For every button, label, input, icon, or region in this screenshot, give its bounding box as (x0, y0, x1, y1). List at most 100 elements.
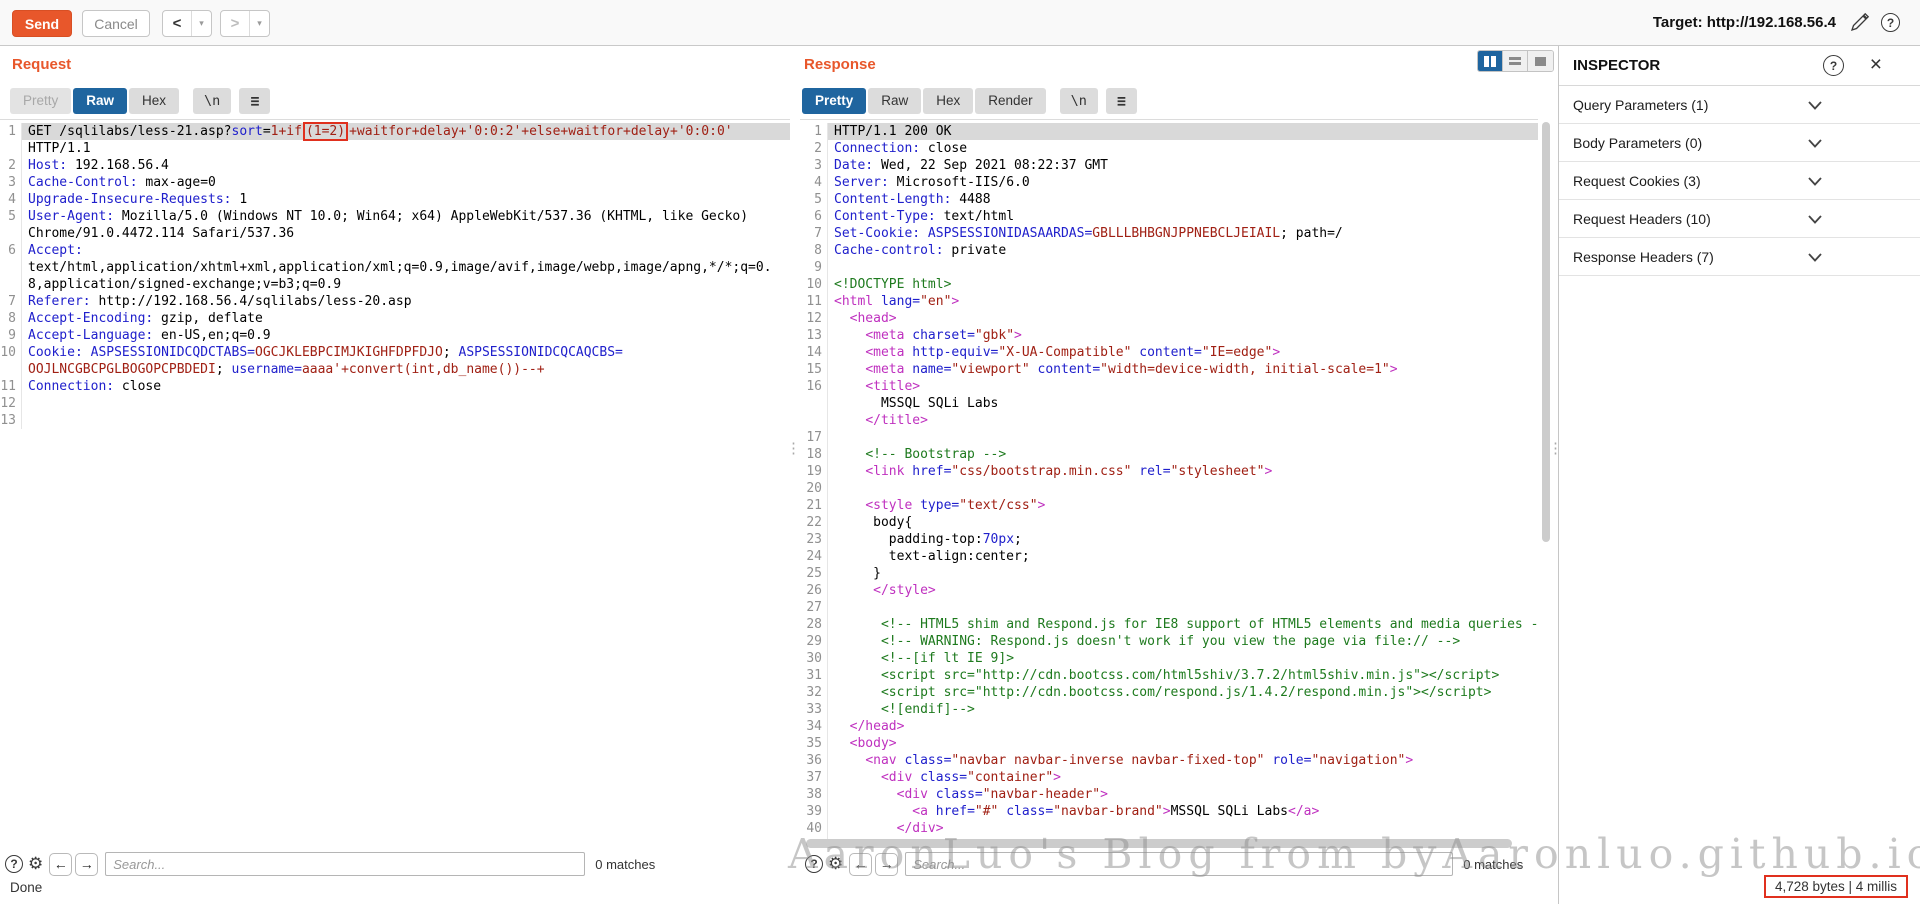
code-line: 34 </head> (800, 718, 1538, 735)
editor-menu-icon[interactable]: ≡ (1105, 88, 1137, 114)
tab-pretty[interactable]: Pretty (802, 88, 867, 114)
code-line: 10 Cookie: ASPSESSIONIDCQDCTABS=OGCJKLEBP… (0, 344, 623, 361)
line-number: 23 (800, 531, 828, 548)
inspector-section-request-cookies-3[interactable]: Request Cookies (3) (1559, 162, 1920, 200)
forward-arrow-label: > (221, 11, 250, 36)
code-line: 4 Upgrade-Insecure-Requests: 1 (0, 191, 790, 208)
history-back-button[interactable]: < ▾ (162, 10, 212, 37)
line-number: 38 (800, 786, 828, 803)
line-number: 8 (0, 310, 22, 327)
history-forward-button[interactable]: > ▾ (220, 10, 270, 37)
code-line: Chrome/91.0.4472.114 Safari/537.36 (0, 225, 790, 242)
search-next-button[interactable]: → (875, 852, 899, 876)
line-number: 5 (800, 191, 828, 208)
response-vertical-scrollbar[interactable] (1542, 122, 1550, 542)
tab-hex[interactable]: Hex (923, 88, 974, 114)
response-search-input[interactable] (905, 852, 1454, 876)
inspector-section-query-parameters-1[interactable]: Query Parameters (1) (1559, 86, 1920, 124)
code-line: 27 (800, 599, 1538, 616)
edit-target-pencil-icon[interactable] (1849, 12, 1870, 33)
code-line: 6 Content-Type: text/html (800, 208, 1538, 225)
code-line: 4 Server: Microsoft-IIS/6.0 (800, 174, 1538, 191)
request-match-count: 0 matches (595, 856, 656, 872)
search-settings-gear-icon[interactable]: ⚙ (28, 855, 43, 873)
line-number: 4 (800, 174, 828, 191)
chevron-down-icon[interactable]: ▾ (250, 18, 269, 29)
line-number: 6 (0, 242, 22, 259)
tab-pretty[interactable]: Pretty (10, 88, 72, 114)
code-line: OOJLNCGBCPGLBOGOPCPBDEDI; username=aaaa'… (0, 361, 790, 378)
send-button[interactable]: Send (12, 10, 72, 37)
layout-rows-button[interactable] (1503, 51, 1528, 71)
editor-menu-icon[interactable]: ≡ (239, 88, 271, 114)
newline-toggle-button[interactable]: \n (193, 88, 232, 114)
search-help-icon[interactable]: ? (805, 855, 823, 873)
tab-render[interactable]: Render (975, 88, 1046, 114)
line-number: 7 (800, 225, 828, 242)
line-number: 1 (0, 123, 22, 140)
line-number (0, 225, 22, 242)
code-line: 30 <!--[if lt IE 9]> (800, 650, 1538, 667)
layout-single-button[interactable] (1528, 51, 1553, 71)
back-arrow-label: < (163, 11, 192, 36)
line-number (0, 276, 22, 293)
search-prev-button[interactable]: ← (49, 852, 73, 876)
line-number: 21 (800, 497, 828, 514)
tab-raw[interactable]: Raw (73, 88, 128, 114)
search-next-button[interactable]: → (75, 852, 99, 876)
chevron-down-icon (1808, 215, 1822, 224)
line-number: 39 (800, 803, 828, 820)
line-number (800, 412, 828, 429)
chevron-down-icon[interactable]: ▾ (192, 18, 211, 29)
code-line: 7 Set-Cookie: ASPSESSIONIDASAARDAS=GBLLLB… (800, 225, 1538, 242)
line-number: 9 (800, 259, 828, 276)
response-panel-title: Response (804, 56, 876, 73)
layout-columns-button[interactable] (1478, 51, 1503, 71)
help-icon[interactable]: ? (1881, 13, 1900, 32)
line-number: 15 (800, 361, 828, 378)
line-number (0, 361, 22, 378)
code-line: 2 Host: 192.168.56.4 (0, 157, 790, 174)
inspector-title: INSPECTOR (1573, 57, 1661, 74)
code-line: 16 <title> (800, 378, 1538, 395)
line-number (800, 395, 828, 412)
line-number: 13 (800, 327, 828, 344)
inspector-section-label: Body Parameters (0) (1573, 135, 1703, 151)
code-line: 8,application/signed-exchange;v=b3;q=0.9 (0, 276, 790, 293)
code-line: 23 padding-top:70px; (800, 531, 1538, 548)
search-prev-button[interactable]: ← (849, 852, 873, 876)
code-line: 24 text-align:center; (800, 548, 1538, 565)
code-line: 26 </style> (800, 582, 1538, 599)
code-line: 1 GET /sqlilabs/less-21.asp?sort=1+if (1=2… (0, 123, 790, 140)
inspector-section-body-parameters-0[interactable]: Body Parameters (0) (1559, 124, 1920, 162)
search-settings-gear-icon[interactable]: ⚙ (828, 855, 843, 873)
code-line: 15 <meta name="viewport" content="width=… (800, 361, 1538, 378)
tab-raw[interactable]: Raw (868, 88, 922, 114)
cancel-button[interactable]: Cancel (82, 10, 150, 37)
line-number (0, 259, 22, 276)
search-help-icon[interactable]: ? (5, 855, 23, 873)
newline-toggle-button[interactable]: \n (1059, 88, 1098, 114)
response-horizontal-scrollbar[interactable] (806, 839, 1512, 848)
response-tab-bar: Pretty Raw Hex Render \n ≡ (802, 88, 1137, 114)
line-number: 30 (800, 650, 828, 667)
response-editor[interactable]: 1 HTTP/1.1 200 OK 2 Connection: close 3 Date:… (800, 119, 1538, 841)
line-number: 26 (800, 582, 828, 599)
panel-divider-handle[interactable]: ⋮ (786, 441, 801, 456)
code-line: 40 </div> (800, 820, 1538, 837)
inspector-section-request-headers-10[interactable]: Request Headers (10) (1559, 200, 1920, 238)
inspector-panel: INSPECTOR ? × Query Parameters (1) Body P… (1558, 46, 1920, 904)
tab-hex[interactable]: Hex (129, 88, 180, 114)
code-line: 13 <meta charset="gbk"> (800, 327, 1538, 344)
status-text: Done (10, 880, 43, 895)
target-indicator: Target: http://192.168.56.4 (1653, 14, 1836, 31)
line-number: 18 (800, 446, 828, 463)
line-number: 31 (800, 667, 828, 684)
code-line: text/html,application/xhtml+xml,applicat… (0, 259, 790, 276)
close-icon[interactable]: × (1870, 53, 1882, 77)
line-number: 32 (800, 684, 828, 701)
request-search-input[interactable] (105, 852, 586, 876)
inspector-help-icon[interactable]: ? (1823, 55, 1844, 76)
request-editor[interactable]: 1 GET /sqlilabs/less-21.asp?sort=1+if (1=2… (0, 119, 790, 841)
inspector-section-response-headers-7[interactable]: Response Headers (7) (1559, 238, 1920, 276)
